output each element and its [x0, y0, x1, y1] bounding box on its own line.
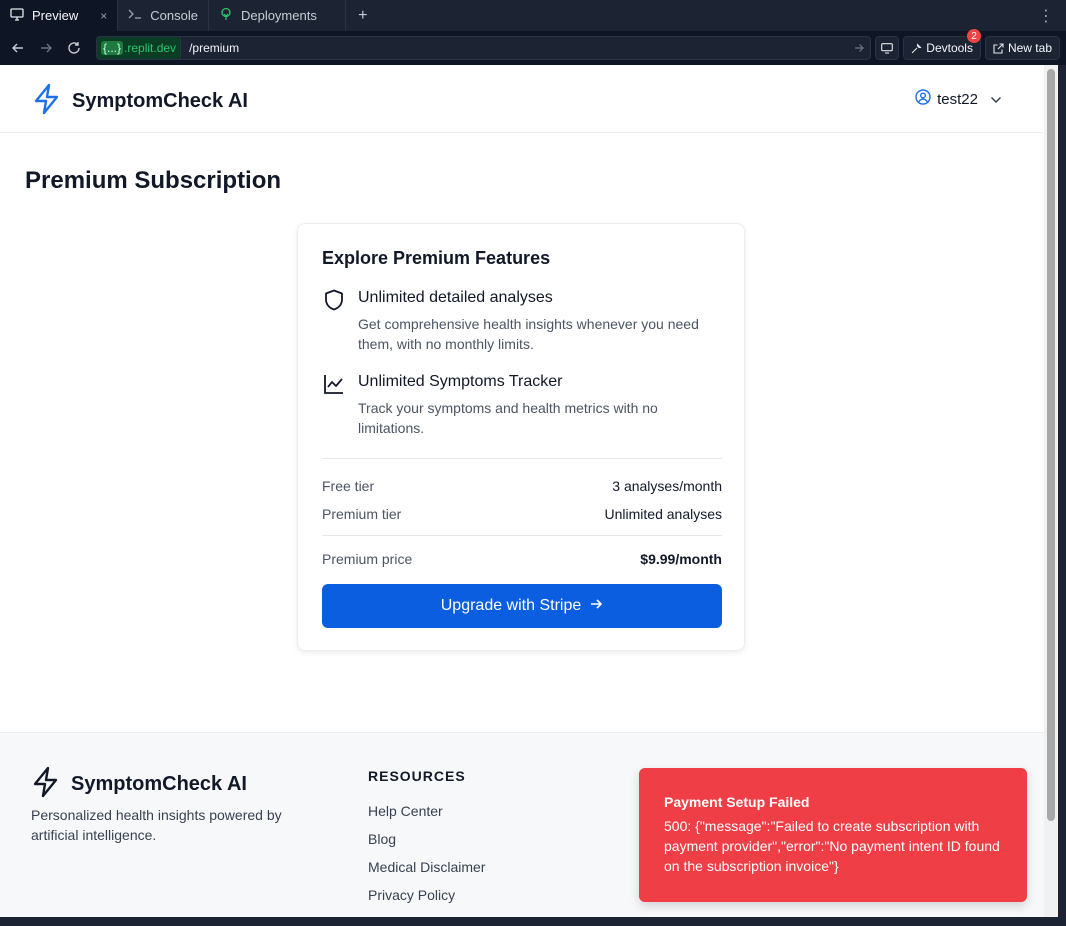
deployments-icon: [219, 7, 233, 24]
tier-value: Unlimited analyses: [604, 506, 723, 522]
shield-icon: [322, 288, 346, 317]
go-arrow-icon[interactable]: [848, 43, 870, 53]
toast-title: Payment Setup Failed: [664, 794, 810, 810]
monitor-icon: [881, 42, 894, 54]
tab-console-label: Console: [150, 8, 198, 23]
tier-value: 3 analyses/month: [612, 478, 722, 494]
lightning-icon: [32, 83, 62, 120]
upgrade-button[interactable]: Upgrade with Stripe: [322, 584, 722, 628]
browser-tab-bar: Preview × Console Deployments + ⋮: [0, 0, 1066, 31]
user-circle-icon: [915, 89, 931, 109]
card-title: Explore Premium Features: [322, 248, 551, 268]
footer-link-blog[interactable]: Blog: [368, 831, 396, 847]
monitor-icon: [10, 7, 24, 24]
feature-description: Track your symptoms and health metrics w…: [358, 400, 658, 436]
site-header: SymptomCheck AI test22: [0, 65, 1044, 133]
tier-label: Free tier: [322, 478, 375, 494]
back-button[interactable]: [6, 36, 30, 60]
arrow-right-icon: [41, 43, 52, 53]
footer-link-medical-disclaimer[interactable]: Medical Disclaimer: [368, 859, 485, 875]
arrow-right-icon: [589, 597, 603, 616]
wrench-icon: [911, 42, 922, 53]
url-domain: {...} .replit.dev: [97, 37, 182, 59]
arrow-left-icon: [12, 43, 23, 53]
footer-link-privacy-policy[interactable]: Privacy Policy: [368, 887, 455, 903]
scrollbar-thumb[interactable]: [1047, 69, 1055, 821]
price-value: $9.99/month: [640, 551, 722, 567]
add-tab-button[interactable]: +: [346, 0, 380, 31]
url-domain-text: .replit.dev: [124, 41, 177, 55]
footer-brand: SymptomCheck AI: [31, 766, 247, 803]
divider: [322, 458, 722, 459]
new-tab-button[interactable]: New tab: [984, 36, 1060, 60]
tab-preview-label: Preview: [32, 8, 79, 23]
tier-row: Free tier 3 analyses/month: [322, 478, 722, 494]
error-toast[interactable]: Payment Setup Failed 500: {"message":"Fa…: [639, 768, 1027, 902]
username: test22: [937, 90, 978, 108]
url-field[interactable]: {...} .replit.dev /premium: [96, 36, 872, 60]
url-domain-chip: {...}: [101, 41, 124, 55]
feature-title: Unlimited detailed analyses: [358, 289, 553, 306]
price-label: Premium price: [322, 551, 413, 567]
terminal-icon: [128, 8, 142, 23]
device-preview-button[interactable]: [875, 36, 900, 60]
tier-row: Premium tier Unlimited analyses: [322, 506, 722, 522]
feature-description: Get comprehensive health insights whenev…: [358, 316, 699, 352]
forward-button[interactable]: [34, 36, 58, 60]
footer-tagline: Personalized health insights powered by …: [31, 807, 282, 843]
chevron-down-icon: [990, 91, 1002, 108]
devtools-badge: 2: [966, 29, 981, 43]
page-viewport: SymptomCheck AI test22 Premium Subscript…: [0, 65, 1044, 917]
devtools-label: Devtools: [926, 41, 973, 55]
reload-button[interactable]: [62, 36, 86, 60]
upgrade-button-label: Upgrade with Stripe: [440, 597, 582, 614]
tab-preview[interactable]: Preview ×: [0, 0, 119, 31]
toast-message: 500: {"message":"Failed to create subscr…: [664, 818, 1000, 874]
external-link-icon: [993, 42, 1004, 54]
price-row: Premium price $9.99/month: [322, 551, 722, 567]
page-title: Premium Subscription: [25, 167, 282, 194]
feature-title: Unlimited Symptoms Tracker: [358, 373, 563, 390]
brand-name: SymptomCheck AI: [72, 90, 248, 112]
tab-console[interactable]: Console: [118, 0, 209, 31]
line-chart-icon: [322, 372, 346, 401]
divider: [322, 535, 722, 536]
user-menu[interactable]: test22: [915, 89, 1002, 109]
more-options-icon[interactable]: ⋮: [1026, 0, 1066, 31]
url-path: /premium: [189, 41, 240, 55]
reload-icon: [68, 42, 80, 54]
page-scrollbar[interactable]: [1044, 65, 1058, 917]
devtools-button[interactable]: Devtools 2: [903, 29, 981, 60]
close-icon[interactable]: ×: [100, 9, 107, 23]
address-bar: {...} .replit.dev /premium Devtools 2 Ne…: [0, 29, 1066, 65]
lightning-icon: [31, 766, 61, 803]
brand-logo[interactable]: SymptomCheck AI: [32, 83, 248, 120]
new-tab-label: New tab: [1007, 41, 1052, 55]
footer-link-help-center[interactable]: Help Center: [368, 803, 443, 819]
tier-label: Premium tier: [322, 506, 402, 522]
footer-brand-name: SymptomCheck AI: [71, 773, 247, 795]
tab-deployments[interactable]: Deployments: [209, 0, 346, 31]
resources-heading: RESOURCES: [368, 768, 466, 784]
premium-card: Explore Premium Features Unlimited detai…: [297, 223, 745, 651]
tab-deployments-label: Deployments: [240, 8, 317, 23]
